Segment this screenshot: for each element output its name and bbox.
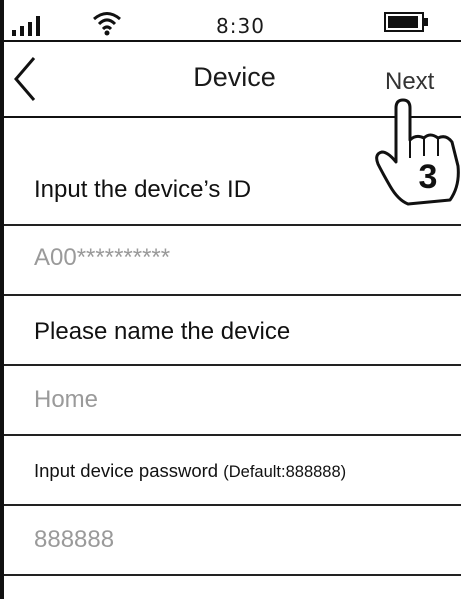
phone-screen: 8:30 Device Next Input the device’s ID A… [0,0,461,599]
next-button[interactable]: Next [385,68,434,96]
device-id-label: Input the device’s ID [34,176,252,203]
password-input[interactable]: 888888 [4,506,461,576]
device-name-input[interactable]: Home [4,366,461,436]
password-label: Input device password (Default:888888) [34,460,346,482]
device-name-label-row: Please name the device [4,296,461,366]
wifi-icon [93,12,121,36]
pointing-hand-icon: 3 [375,98,460,206]
status-bar: 8:30 [4,0,461,42]
device-name-label: Please name the device [34,318,291,345]
step-number: 3 [419,158,438,196]
device-id-input[interactable]: A00********** [4,226,461,296]
signal-icon [12,16,40,36]
password-label-row: Input device password (Default:888888) [4,436,461,506]
status-time: 8:30 [216,14,265,38]
password-label-text: Input device password [34,460,219,481]
password-value: 888888 [34,526,115,553]
battery-icon [384,12,428,32]
password-default-hint: (Default:888888) [223,463,347,481]
device-id-value: A00********** [34,244,171,271]
device-name-value: Home [34,386,99,413]
